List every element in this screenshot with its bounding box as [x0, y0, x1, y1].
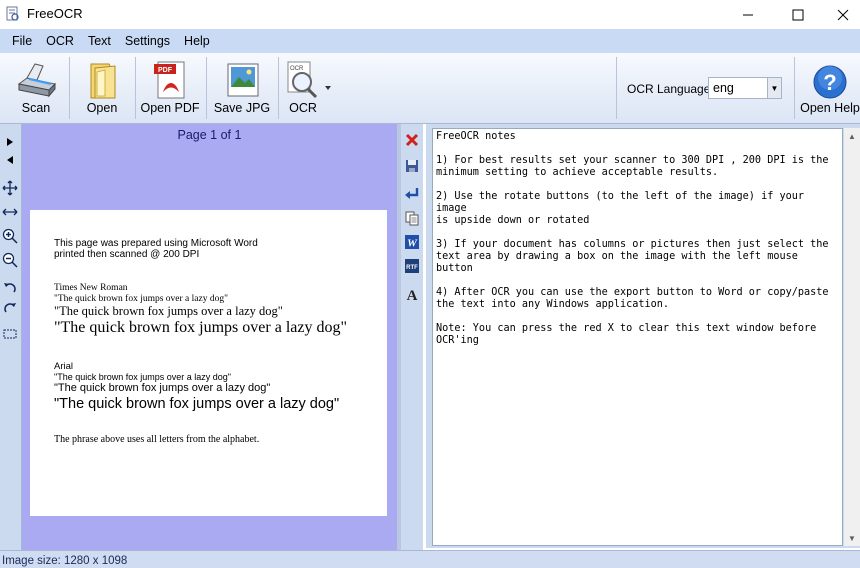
freeocr-app-icon: [6, 6, 19, 21]
ocr-dropdown-arrow-icon[interactable]: [325, 86, 331, 90]
scan-text: The phrase above uses all letters from t…: [54, 434, 260, 445]
ocr-button[interactable]: OCR OCR: [282, 53, 324, 123]
ocr-language-label: OCR Language:: [627, 82, 714, 96]
scan-text: printed then scanned @ 200 DPI: [54, 249, 200, 260]
menu-ocr[interactable]: OCR: [39, 34, 81, 48]
toolbar-separator: [616, 57, 617, 119]
pdf-icon: PDF: [154, 61, 185, 99]
fit-width-icon[interactable]: [2, 204, 18, 220]
scanner-icon: [17, 63, 57, 98]
scan-button[interactable]: Scan: [6, 53, 66, 123]
menu-help[interactable]: Help: [177, 34, 217, 48]
open-button[interactable]: Open: [72, 53, 132, 123]
svg-text:PDF: PDF: [158, 67, 173, 74]
menu-text[interactable]: Text: [81, 34, 118, 48]
previous-page-icon[interactable]: [2, 152, 18, 168]
image-tool-strip: [0, 124, 22, 550]
toolbar: Scan Open PDF Open PDF Save JPG OCR OCR …: [0, 53, 860, 124]
toolbar-separator: [69, 57, 70, 119]
ocr-magnifier-icon: OCR: [287, 61, 318, 99]
ocr-language-select[interactable]: eng ▼: [708, 77, 782, 99]
word-export-icon[interactable]: W: [404, 234, 420, 250]
toolbar-separator: [135, 57, 136, 119]
zoom-in-icon[interactable]: [2, 228, 18, 244]
select-area-icon[interactable]: [2, 326, 18, 342]
svg-text:?: ?: [823, 70, 836, 95]
scan-text: "The quick brown fox jumps over a lazy d…: [54, 382, 271, 394]
font-icon[interactable]: A: [404, 286, 420, 302]
scan-text: "The quick brown fox jumps over a lazy d…: [54, 304, 283, 318]
window-title: FreeOCR: [27, 6, 83, 21]
folder-icon: [90, 63, 116, 99]
close-icon: [837, 9, 848, 20]
text-scrollbar[interactable]: ▲ ▼: [844, 128, 860, 546]
maximize-button[interactable]: [775, 0, 820, 29]
help-icon: ?: [813, 65, 847, 99]
ocr-text-panel: FreeOCR notes 1) For best results set yo…: [426, 124, 860, 548]
scan-text: "The quick brown fox jumps over a lazy d…: [54, 294, 228, 304]
rotate-left-icon[interactable]: [2, 280, 18, 296]
svg-text:A: A: [407, 288, 418, 302]
page-indicator: Page 1 of 1: [177, 128, 242, 142]
move-icon[interactable]: [2, 180, 18, 196]
image-size-status: Image size: 1280 x 1098: [2, 555, 128, 567]
rtf-export-icon[interactable]: RTF: [404, 258, 420, 274]
scan-text: Times New Roman: [54, 283, 128, 293]
toolbar-separator: [206, 57, 207, 119]
menu-bar: File OCR Text Settings Help: [0, 29, 860, 53]
menu-file[interactable]: File: [5, 34, 39, 48]
clear-text-icon[interactable]: [404, 132, 420, 148]
next-page-icon[interactable]: [2, 134, 18, 150]
open-help-button[interactable]: ? Open Help: [800, 53, 860, 123]
chevron-down-icon: ▼: [767, 78, 781, 98]
scan-text: "The quick brown fox jumps over a lazy d…: [54, 319, 347, 336]
copy-icon[interactable]: [404, 210, 420, 226]
scan-text: Arial: [54, 361, 74, 372]
zoom-out-icon[interactable]: [2, 252, 18, 268]
scan-label: Scan: [21, 101, 51, 115]
status-bar: Image size: 1280 x 1098: [0, 550, 860, 568]
open-label: Open: [86, 101, 118, 115]
close-button[interactable]: [820, 0, 860, 29]
scan-text: "The quick brown fox jumps over a lazy d…: [54, 396, 340, 412]
minimize-button[interactable]: [725, 0, 770, 29]
ocr-label: OCR: [289, 101, 317, 115]
image-viewer[interactable]: Page 1 of 1 This page was prepared using…: [22, 124, 397, 550]
title-bar: FreeOCR: [0, 0, 860, 29]
text-tool-strip: W RTF A: [401, 124, 423, 550]
save-icon[interactable]: [404, 158, 420, 174]
image-icon: [227, 63, 259, 97]
maximize-icon: [792, 9, 803, 20]
chevron-down-icon[interactable]: ▼: [844, 530, 860, 546]
save-jpg-button[interactable]: Save JPG: [210, 53, 274, 123]
open-help-label: Open Help: [800, 101, 860, 115]
menu-settings[interactable]: Settings: [118, 34, 177, 48]
chevron-up-icon[interactable]: ▲: [844, 128, 860, 144]
svg-text:W: W: [407, 238, 418, 250]
open-pdf-label: Open PDF: [140, 101, 200, 115]
ocr-language-value: eng: [713, 81, 734, 95]
rotate-right-icon[interactable]: [2, 300, 18, 316]
insert-return-icon[interactable]: [404, 186, 420, 202]
toolbar-separator: [278, 57, 279, 119]
toolbar-separator: [794, 57, 795, 119]
ocr-text-area[interactable]: FreeOCR notes 1) For best results set yo…: [432, 128, 843, 546]
save-jpg-label: Save JPG: [213, 101, 271, 115]
minimize-icon: [742, 14, 753, 15]
svg-text:OCR: OCR: [290, 66, 304, 72]
scanned-page-image[interactable]: This page was prepared using Microsoft W…: [30, 210, 387, 516]
open-pdf-button[interactable]: PDF Open PDF: [138, 53, 202, 123]
scan-text: This page was prepared using Microsoft W…: [54, 238, 258, 249]
svg-text:RTF: RTF: [406, 265, 418, 271]
scan-text: "The quick brown fox jumps over a lazy d…: [54, 372, 231, 382]
